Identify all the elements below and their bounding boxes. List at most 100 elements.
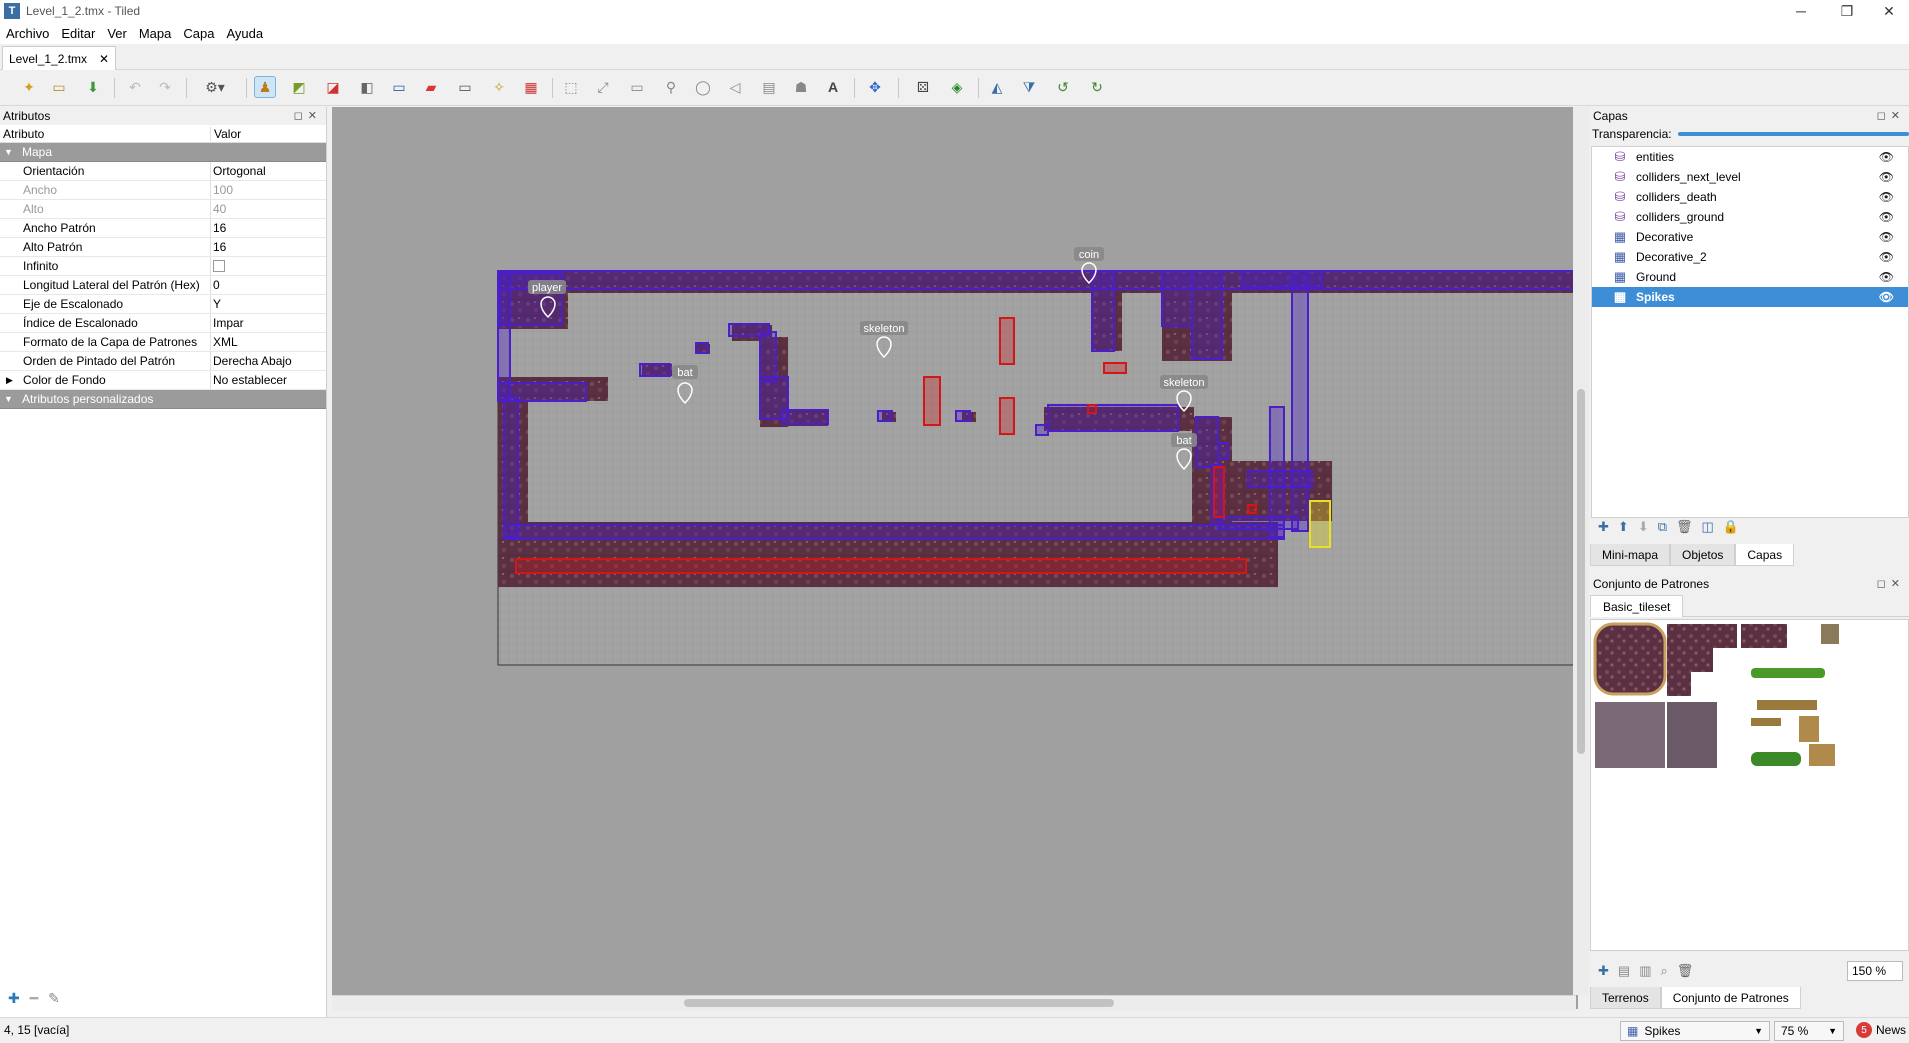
eraser-icon[interactable]: ▰ xyxy=(420,76,442,98)
layer-row-decorative-2[interactable]: ▦ Decorative_2 👁 xyxy=(1592,247,1908,267)
property-row[interactable]: Orden de Pintado del Patrón Derecha Abajo xyxy=(0,352,326,371)
layer-row-colliders-death[interactable]: ⛁ colliders_death 👁 xyxy=(1592,187,1908,207)
rectangle-select-icon[interactable]: ▭ xyxy=(454,76,476,98)
property-value[interactable]: 16 xyxy=(211,238,326,256)
layer-row-colliders-next-level[interactable]: ⛁ colliders_next_level 👁 xyxy=(1592,167,1908,187)
document-tab[interactable]: Level_1_2.tmx ✕ xyxy=(2,46,117,70)
lock-layer-icon[interactable]: 🔒 xyxy=(1723,519,1739,535)
bucket-fill-icon[interactable]: ◧ xyxy=(356,76,378,98)
tab-tilesets[interactable]: Conjunto de Patrones xyxy=(1660,987,1801,1009)
new-layer-icon[interactable]: ✚ xyxy=(1598,519,1609,535)
embed-tileset-icon[interactable]: ▤ xyxy=(1618,963,1630,979)
export-tileset-icon[interactable]: ▥ xyxy=(1639,963,1651,979)
property-row[interactable]: Ancho Patrón 16 xyxy=(0,219,326,238)
news-button[interactable]: 5 News xyxy=(1856,1022,1906,1038)
current-layer-select[interactable]: ▦ Spikes ▼ xyxy=(1620,1021,1770,1041)
open-file-icon[interactable]: ▭ xyxy=(48,76,70,98)
zoom-select[interactable]: 75 % ▼ xyxy=(1774,1021,1844,1041)
magic-wand-icon[interactable]: ✧ xyxy=(488,76,510,98)
tileset-view[interactable] xyxy=(1590,619,1909,951)
close-tab-icon[interactable]: ✕ xyxy=(99,52,109,66)
eye-icon[interactable]: 👁 xyxy=(1879,230,1894,244)
custom-properties-group[interactable]: ▼ Atributos personalizados xyxy=(0,390,326,409)
insert-polygon-icon[interactable]: ◁ xyxy=(724,76,746,98)
redo-icon[interactable]: ↷ xyxy=(154,76,176,98)
flip-vertical-icon[interactable]: ⧩ xyxy=(1018,76,1040,98)
property-row[interactable]: Índice de Escalonado Impar xyxy=(0,314,326,333)
raise-layer-icon[interactable]: ⬆ xyxy=(1618,519,1629,535)
delete-layer-icon[interactable]: 🗑 xyxy=(1676,519,1693,535)
tab-mini-map[interactable]: Mini-mapa xyxy=(1590,544,1671,566)
map-group-header[interactable]: ▼ Mapa xyxy=(0,143,326,162)
select-same-tile-icon[interactable]: ▦ xyxy=(520,76,542,98)
edit-polygons-icon[interactable]: ⤢ xyxy=(592,76,614,98)
horizontal-scroll-thumb[interactable] xyxy=(684,999,1114,1007)
eye-icon[interactable]: 👁 xyxy=(1879,290,1894,304)
property-value[interactable]: Derecha Abajo xyxy=(211,352,326,370)
property-value[interactable]: XML xyxy=(211,333,326,351)
tab-objects[interactable]: Objetos xyxy=(1670,544,1736,566)
eye-icon[interactable]: 👁 xyxy=(1879,150,1894,164)
eye-icon[interactable]: 👁 xyxy=(1879,190,1894,204)
remove-property-icon[interactable]: ━ xyxy=(30,990,38,1007)
map-area[interactable] xyxy=(497,270,1579,666)
property-row[interactable]: Formato de la Capa de Patrones XML xyxy=(0,333,326,352)
layer-row-decorative[interactable]: ▦ Decorative 👁 xyxy=(1592,227,1908,247)
undo-icon[interactable]: ↶ xyxy=(124,76,146,98)
property-value[interactable]: 0 xyxy=(211,276,326,294)
property-value[interactable]: 16 xyxy=(211,219,326,237)
move-icon[interactable]: ✥ xyxy=(864,76,886,98)
random-mode-icon[interactable]: ⚄ xyxy=(912,76,934,98)
rotate-left-icon[interactable]: ↺ xyxy=(1052,76,1074,98)
show-hide-others-icon[interactable]: ◫ xyxy=(1702,519,1714,535)
property-row[interactable]: Longitud Lateral del Patrón (Hex) 0 xyxy=(0,276,326,295)
property-value[interactable]: Ortogonal xyxy=(211,162,326,180)
eye-icon[interactable]: 👁 xyxy=(1879,210,1894,224)
remove-tileset-icon[interactable]: 🗑 xyxy=(1677,963,1694,979)
close-window-button[interactable]: ✕ xyxy=(1866,0,1909,22)
layer-row-ground[interactable]: ▦ Ground 👁 xyxy=(1592,267,1908,287)
flip-horizontal-icon[interactable]: ◭ xyxy=(986,76,1008,98)
menu-archivo[interactable]: Archivo xyxy=(0,26,55,41)
tab-terrains[interactable]: Terrenos xyxy=(1590,987,1661,1009)
terrain-brush-icon[interactable]: ◩ xyxy=(288,76,310,98)
next-level-trigger[interactable] xyxy=(1309,500,1331,548)
property-value[interactable]: Y xyxy=(211,295,326,313)
property-value[interactable]: No establecer xyxy=(211,371,326,389)
add-property-icon[interactable]: ✚ xyxy=(8,990,20,1007)
rename-property-icon[interactable]: ✎ xyxy=(48,990,60,1007)
layer-row-entities[interactable]: ⛁ entities 👁 xyxy=(1592,147,1908,167)
dock-buttons[interactable]: ◻✕ xyxy=(1877,109,1905,122)
new-file-icon[interactable]: ✦ xyxy=(18,76,40,98)
insert-ellipse-icon[interactable]: ◯ xyxy=(692,76,714,98)
stamp-brush-icon[interactable]: ♟ xyxy=(254,76,276,98)
menu-capa[interactable]: Capa xyxy=(177,26,220,41)
property-row[interactable]: Eje de Escalonado Y xyxy=(0,295,326,314)
rotate-right-icon[interactable]: ↻ xyxy=(1086,76,1108,98)
eye-icon[interactable]: 👁 xyxy=(1879,170,1894,184)
shape-fill-icon[interactable]: ▭ xyxy=(388,76,410,98)
insert-rectangle-icon[interactable]: ▭ xyxy=(626,76,648,98)
map-view[interactable]: player bat skeleton coin skeleton bat xyxy=(332,107,1579,1009)
tileset-image[interactable] xyxy=(1591,620,1908,950)
expand-icon[interactable]: ▶ xyxy=(6,375,13,386)
layer-row-spikes[interactable]: ▦ Spikes 👁 xyxy=(1592,287,1908,307)
save-file-icon[interactable]: ⬇ xyxy=(82,76,104,98)
property-value[interactable]: Impar xyxy=(211,314,326,332)
menu-editar[interactable]: Editar xyxy=(55,26,101,41)
select-objects-icon[interactable]: ⬚ xyxy=(560,76,582,98)
commands-icon[interactable]: ⚙▾ xyxy=(196,76,234,98)
menu-ayuda[interactable]: Ayuda xyxy=(220,26,269,41)
new-tileset-icon[interactable]: ✚ xyxy=(1598,963,1609,979)
dock-buttons[interactable]: ◻✕ xyxy=(1877,577,1905,590)
property-row[interactable]: Orientación Ortogonal xyxy=(0,162,326,181)
layer-row-colliders-ground[interactable]: ⛁ colliders_ground 👁 xyxy=(1592,207,1908,227)
property-row[interactable]: Alto Patrón 16 xyxy=(0,238,326,257)
edit-tileset-icon[interactable]: ⌕ xyxy=(1661,963,1668,979)
opacity-slider[interactable] xyxy=(1677,132,1909,136)
property-value[interactable] xyxy=(211,257,326,275)
eye-icon[interactable]: 👁 xyxy=(1879,270,1894,284)
insert-tile-icon[interactable]: ▤ xyxy=(758,76,780,98)
duplicate-layer-icon[interactable]: ⧉ xyxy=(1658,519,1667,535)
lower-layer-icon[interactable]: ⬇ xyxy=(1638,519,1649,535)
